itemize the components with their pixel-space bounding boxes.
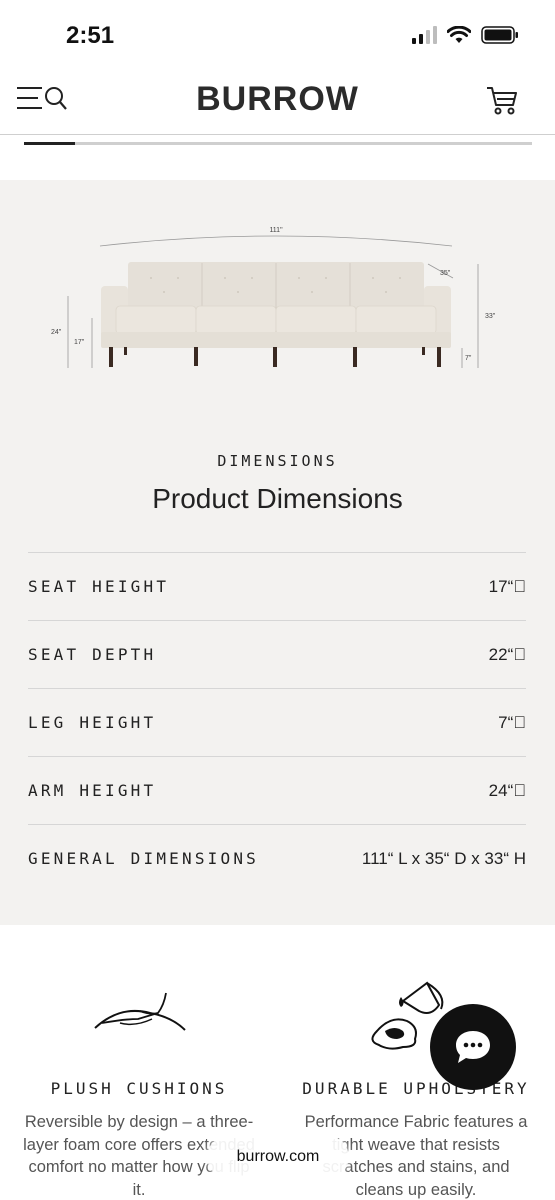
chat-bubble-icon: [456, 1031, 490, 1063]
dimension-label: SEAT HEIGHT: [28, 577, 170, 596]
seat-height-label: 17": [74, 339, 85, 346]
carousel-progress-fill: [24, 142, 75, 145]
dimension-value: 24“ : [488, 780, 526, 800]
height-label: 33": [485, 313, 496, 320]
depth-label: 35": [440, 270, 451, 277]
dimensions-section: 111" 35" 33" 7" 24" 17" DIMENSIONS Produ…: [0, 180, 555, 925]
carousel-progress: [24, 142, 532, 145]
dimension-label: LEG HEIGHT: [28, 713, 157, 732]
dimension-value: 22“ : [488, 644, 526, 664]
table-row: ARM HEIGHT 24“ : [28, 756, 526, 824]
brand-logo[interactable]: BURROW: [0, 80, 555, 119]
status-time: 2:51: [66, 22, 115, 49]
header-divider: [0, 134, 555, 135]
arm-height-label: 24": [51, 329, 62, 336]
dimension-label: GENERAL DIMENSIONS: [28, 849, 259, 868]
section-title: Product Dimensions: [152, 483, 403, 514]
feature-title: DURABLE UPHOLSTERY: [302, 1079, 530, 1098]
width-label: 111": [269, 227, 283, 234]
battery-icon: [481, 26, 518, 44]
dimension-label: ARM HEIGHT: [28, 781, 157, 800]
table-row: LEG HEIGHT 7“ : [28, 688, 526, 756]
sofa-dimensions-diagram: 111" 35" 33" 7" 24" 17": [51, 227, 496, 368]
cart-icon: [487, 87, 517, 115]
url-domain: burrow.com: [236, 1148, 320, 1165]
dimensions-table: SEAT HEIGHT 17“  SEAT DEPTH 22“  LEG HEI…: [28, 552, 526, 892]
status-icons: [412, 26, 519, 44]
chat-button[interactable]: [430, 1004, 516, 1090]
cart-button[interactable]: [485, 84, 519, 118]
table-row: GENERAL DIMENSIONS 111“ L x 35“ D x 33“ …: [28, 824, 526, 892]
section-eyebrow: DIMENSIONS: [217, 452, 338, 470]
status-bar: 2:51: [0, 0, 555, 72]
site-header: BURROW: [0, 72, 555, 134]
hand-on-cushion-icon: [94, 992, 186, 1031]
dimension-value: 7“ : [498, 712, 526, 732]
leg-height-label: 7": [465, 355, 472, 362]
dimension-label: SEAT DEPTH: [28, 645, 157, 664]
table-row: SEAT DEPTH 22“ : [28, 620, 526, 688]
wifi-icon: [447, 26, 471, 43]
dimension-value: 17“ : [488, 576, 526, 596]
table-row: SEAT HEIGHT 17“ : [28, 552, 526, 620]
browser-url-bar[interactable]: burrow.com: [207, 1136, 349, 1178]
cellular-signal-icon: [412, 26, 437, 44]
dimension-value: 111“ L x 35“ D x 33“ H: [361, 848, 526, 868]
feature-title: PLUSH CUSHIONS: [50, 1079, 228, 1098]
